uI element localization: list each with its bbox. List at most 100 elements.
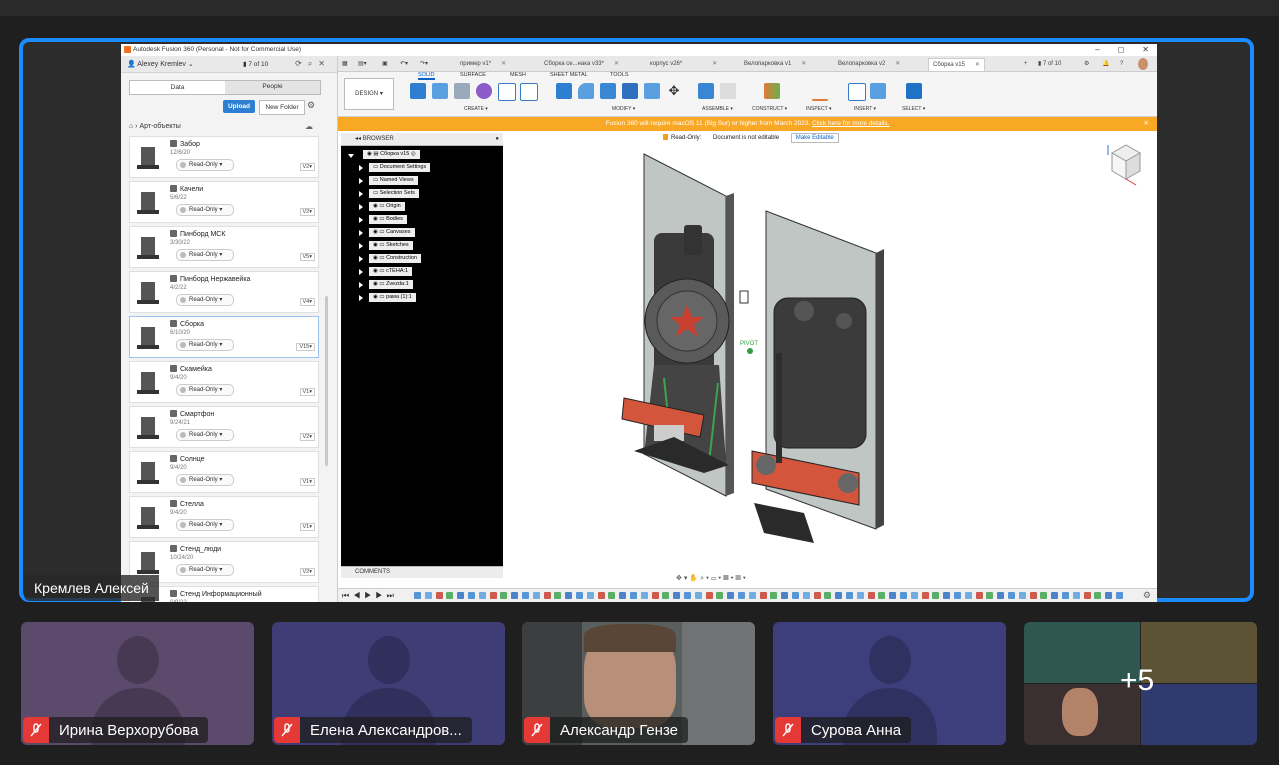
timeline-feature-icon[interactable] [975,592,983,599]
timeline-feature-icon[interactable] [932,592,940,599]
home-icon[interactable]: ⌂ [129,123,133,130]
orbit-icon[interactable]: ✥▾ [676,575,689,582]
banner-link[interactable]: Click here for more details. [812,120,889,127]
tab-data[interactable]: Data [130,81,225,94]
expand-icon[interactable] [359,204,363,210]
new-component-icon[interactable] [698,83,714,99]
version-badge[interactable]: V1▾ [299,478,315,486]
timeline-feature-icon[interactable] [889,592,897,599]
timeline-feature-icon[interactable] [662,592,670,599]
expand-icon[interactable] [359,217,363,223]
version-badge[interactable]: V4▾ [299,298,315,306]
timeline-feature-icon[interactable] [619,592,627,599]
timeline-feature-icon[interactable] [1029,592,1037,599]
expand-icon[interactable] [359,295,363,301]
readonly-dropdown[interactable]: Read-Only ▾ [176,159,234,171]
timeline-feature-icon[interactable] [532,592,540,599]
file-item[interactable]: Пинборд Нержавейка 4/2/22 Read-Only ▾ V4… [129,271,319,313]
browser-node[interactable]: ◉ ▭ сТЕНА:1 [369,267,413,276]
combine-icon[interactable] [644,83,660,99]
user-menu[interactable]: 👤 Alexey Kremlev ⌄ [127,60,194,68]
tab-counter[interactable]: ▮ 7 of 10 [1038,58,1061,70]
file-name[interactable]: Пинборд МСК [170,230,225,238]
close-icon[interactable]: ✕ [1142,45,1149,54]
readonly-dropdown[interactable]: Read-Only ▾ [176,429,234,441]
select-icon[interactable] [906,83,922,99]
file-name[interactable]: Сборка [170,320,204,328]
file-item[interactable]: Стелла 9/4/20 Read-Only ▾ V1▾ [129,496,319,538]
timeline-feature-icon[interactable] [576,592,583,599]
gear-icon[interactable]: ⚙ [307,100,315,111]
file-name[interactable]: Стелла [170,500,204,508]
doc-tab-6[interactable]: Сборка v15 ✕ [928,58,985,71]
browser-node[interactable]: ◉ ▭ Bodies [369,215,407,224]
revolve-icon[interactable] [454,83,470,99]
timeline-feature-icon[interactable] [900,592,907,599]
timeline-feature-icon[interactable] [770,592,778,599]
file-item[interactable]: Скамейка 9/4/20 Read-Only ▾ V1▾ [129,361,319,403]
make-editable-button[interactable]: Make Editable [790,133,839,143]
timeline-feature-icon[interactable] [640,592,648,599]
participant-tile-video[interactable]: Александр Гензе [522,622,755,745]
version-badge[interactable]: V5▾ [299,253,315,261]
timeline-feature-icon[interactable] [1105,592,1113,599]
expand-icon[interactable] [359,269,363,275]
insert-derive-icon[interactable] [848,83,866,101]
participant-tile[interactable]: Ирина Верхорубова [21,622,254,745]
timeline-feature-icon[interactable] [997,592,1005,599]
select-label[interactable]: SELECT ▾ [902,106,925,112]
timeline-feature-icon[interactable] [414,592,421,599]
zoom-icon[interactable]: ⌕▾ [700,575,711,582]
file-item[interactable]: Солнце 9/4/20 Read-Only ▾ V1▾ [129,451,319,493]
timeline-feature-icon[interactable] [921,592,929,599]
version-badge[interactable]: V2▾ [299,433,315,441]
fillet-icon[interactable] [578,83,594,99]
redo-icon[interactable]: ↷▾ [420,58,428,70]
add-tab-icon[interactable]: + [1024,58,1028,70]
tab-sheet-metal[interactable]: SHEET METAL [550,72,588,78]
timeline-feature-icon[interactable] [1094,592,1102,599]
readonly-dropdown[interactable]: Read-Only ▾ [176,519,234,531]
timeline-feature-icon[interactable] [943,592,951,599]
readonly-dropdown[interactable]: Read-Only ▾ [176,294,234,306]
readonly-dropdown[interactable]: Read-Only ▾ [176,474,234,486]
timeline-feature-icon[interactable] [554,592,562,599]
gear-icon[interactable]: ⚙ [1143,590,1151,601]
extrude-icon[interactable] [432,83,448,99]
expand-icon[interactable] [359,165,363,171]
timeline-feature-icon[interactable] [802,592,810,599]
expand-icon[interactable] [348,154,354,158]
timeline-feature-icon[interactable] [1008,592,1015,599]
doc-tab-1[interactable]: пример v1* ✕ [460,58,506,70]
timeline-feature-icon[interactable] [673,592,681,599]
timeline-feature-icon[interactable] [457,592,465,599]
close-icon[interactable]: ✕ [1144,117,1149,131]
timeline-feature-icon[interactable] [878,592,886,599]
timeline-feature-icon[interactable] [597,592,605,599]
timeline-feature-icon[interactable] [543,592,551,599]
timeline-feature-icon[interactable] [910,592,918,599]
close-icon[interactable]: ✕ [975,62,980,68]
move-icon[interactable]: ✥ [666,83,682,99]
browser-node[interactable]: ◉ ▭ Construction [369,254,421,263]
offset-plane-icon[interactable] [764,83,780,99]
file-item[interactable]: Качели 5/6/22 Read-Only ▾ V2▾ [129,181,319,223]
browser-node[interactable]: ◉ ▭ Origin [369,202,405,211]
assemble-label[interactable]: ASSEMBLE ▾ [702,106,733,112]
form-icon[interactable] [476,83,492,99]
tab-mesh[interactable]: MESH [510,72,526,78]
grid-icon[interactable]: ▦▾ [723,575,735,582]
timeline-feature-icon[interactable] [781,592,789,599]
timeline-feature-icon[interactable] [964,592,972,599]
display-icon[interactable]: ▭▾ [711,575,723,582]
readonly-dropdown[interactable]: Read-Only ▾ [176,384,234,396]
inspect-label[interactable]: INSPECT ▾ [806,106,832,112]
close-icon[interactable]: ✕ [501,61,506,67]
browser-node[interactable]: ▭ Document Settings [369,163,431,172]
chamfer-icon[interactable] [600,83,616,99]
timeline-feature-icon[interactable] [824,592,832,599]
insert-image-icon[interactable] [870,83,886,99]
close-icon[interactable]: ✕ [801,61,806,67]
save-icon[interactable]: ▣ [382,58,388,70]
timeline-feature-icon[interactable] [846,592,853,599]
